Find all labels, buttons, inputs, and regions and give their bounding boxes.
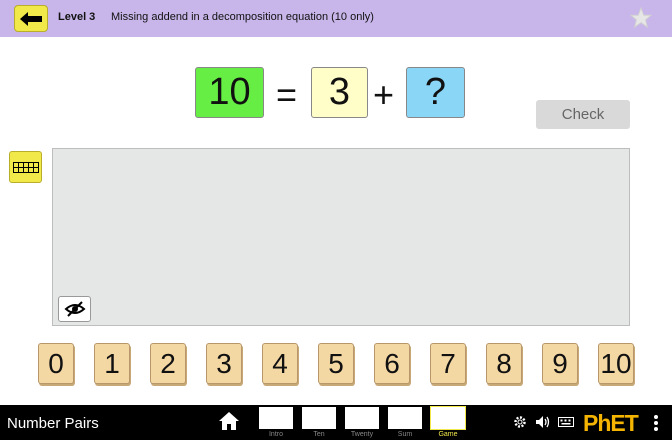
sum-box: 10 (195, 67, 264, 118)
app-title: Number Pairs (7, 415, 99, 432)
number-button-2[interactable]: 2 (150, 343, 186, 384)
ten-frame-icon (12, 161, 39, 173)
number-button-8[interactable]: 8 (486, 343, 522, 384)
screen-tab-intro[interactable]: Intro (259, 407, 293, 440)
number-button-5[interactable]: 5 (318, 343, 354, 384)
level-header: Level 3 Missing addend in a decompositio… (0, 0, 672, 37)
number-button-6[interactable]: 6 (374, 343, 410, 384)
addend-box: 3 (311, 67, 368, 118)
screen-thumbnail (302, 407, 336, 429)
game-screen: Level 3 Missing addend in a decompositio… (0, 0, 672, 440)
level-label: Level 3 (58, 11, 96, 23)
screen-tab-sum[interactable]: Sum (388, 407, 422, 440)
back-button[interactable] (14, 5, 48, 32)
visibility-toggle-button[interactable] (58, 296, 91, 322)
more-options-icon[interactable] (653, 414, 659, 432)
phet-logo[interactable]: PhET (583, 410, 639, 437)
number-button-9[interactable]: 9 (542, 343, 578, 384)
screen-thumbnail (345, 407, 379, 429)
number-button-1[interactable]: 1 (94, 343, 130, 384)
screen-thumbnail (430, 406, 466, 430)
number-button-0[interactable]: 0 (38, 343, 74, 384)
missing-addend-box[interactable]: ? (406, 67, 465, 118)
sound-icon[interactable] (535, 415, 550, 429)
number-button-3[interactable]: 3 (206, 343, 242, 384)
gear-icon[interactable] (513, 415, 527, 429)
screen-tab-ten[interactable]: Ten (302, 407, 336, 440)
left-arrow-icon (20, 11, 42, 26)
home-icon[interactable] (218, 411, 240, 431)
screen-tab-twenty[interactable]: Twenty (345, 407, 379, 440)
check-button[interactable]: Check (536, 100, 630, 129)
counting-area[interactable] (52, 148, 630, 326)
navigation-bar: Number Pairs Intro Ten Twenty Sum Game P… (0, 405, 672, 440)
ten-frame-button[interactable] (9, 151, 42, 183)
screen-tab-game[interactable]: Game (430, 406, 466, 440)
eye-closed-icon (63, 301, 86, 317)
level-description: Missing addend in a decomposition equati… (111, 11, 374, 23)
screen-thumbnail (259, 407, 293, 429)
star-icon (630, 7, 652, 29)
screen-thumbnail (388, 407, 422, 429)
number-button-row: 0 1 2 3 4 5 6 7 8 9 10 (0, 343, 672, 385)
equals-sign: = (276, 74, 298, 115)
screen-tab-label: Game (438, 431, 458, 438)
number-button-10[interactable]: 10 (598, 343, 634, 384)
number-button-4[interactable]: 4 (262, 343, 298, 384)
plus-sign: + (373, 74, 395, 115)
keyboard-icon[interactable] (558, 415, 574, 428)
number-button-7[interactable]: 7 (430, 343, 466, 384)
